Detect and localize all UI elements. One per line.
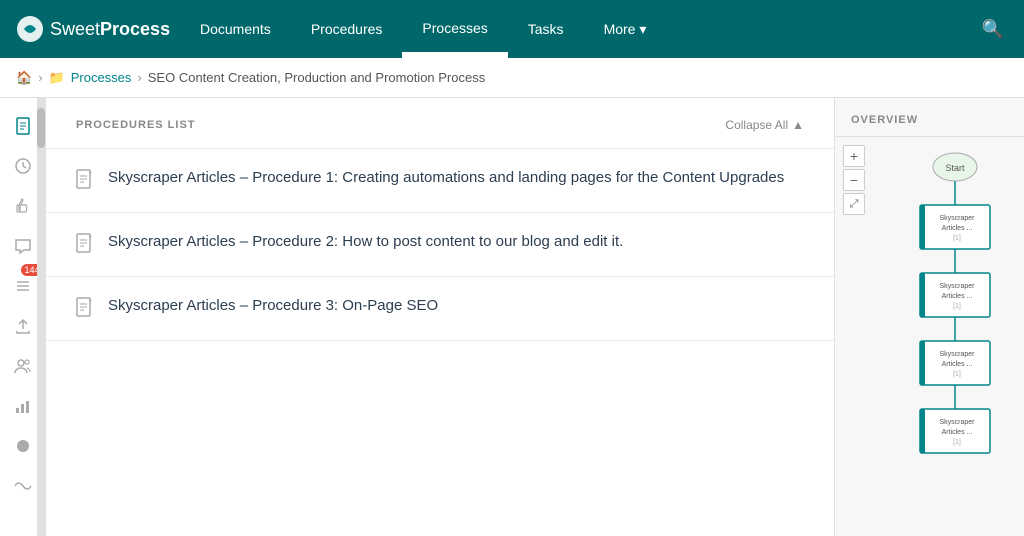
overview-header: OVERVIEW [835, 98, 1024, 137]
procedure-item-2[interactable]: Skyscraper Articles – Procedure 2: How t… [46, 213, 834, 277]
logo-icon [16, 15, 44, 43]
procedure-item-1[interactable]: Skyscraper Articles – Procedure 1: Creat… [46, 149, 834, 213]
svg-text:Articles ...: Articles ... [942, 293, 973, 300]
zoom-in-button[interactable]: + [843, 145, 865, 167]
svg-text:Start: Start [945, 163, 965, 173]
overview-map: + − ⤢ Start Skyscraper Articles ... [835, 137, 1024, 535]
svg-text:Articles ...: Articles ... [942, 429, 973, 436]
nav-more[interactable]: More ▾ [584, 0, 667, 58]
sidebar-chat-icon[interactable] [5, 228, 41, 264]
procedures-list-title: PROCEDURES LIST [76, 119, 196, 131]
map-controls: + − ⤢ [843, 145, 865, 215]
breadcrumb-sep-2: › [137, 70, 141, 85]
search-icon[interactable]: 🔍 [962, 19, 1024, 40]
expand-button[interactable]: ⤢ [843, 193, 865, 215]
procedure-text-3: Skyscraper Articles – Procedure 3: On-Pa… [108, 295, 438, 316]
svg-text:Skyscraper: Skyscraper [939, 419, 975, 426]
svg-text:[1]: [1] [953, 303, 961, 310]
chevron-up-icon: ▲ [792, 118, 804, 132]
svg-text:[1]: [1] [953, 439, 961, 446]
procedure-doc-icon-2 [76, 233, 94, 258]
procedures-panel: PROCEDURES LIST Collapse All ▲ Skyscrape… [46, 98, 834, 536]
procedure-item-3[interactable]: Skyscraper Articles – Procedure 3: On-Pa… [46, 277, 834, 341]
left-sidebar: 144 [0, 98, 46, 536]
sidebar-wave-icon[interactable] [5, 468, 41, 504]
logo[interactable]: SweetProcess [0, 15, 180, 43]
sidebar-users-icon[interactable] [5, 348, 41, 384]
nav-tasks[interactable]: Tasks [508, 0, 584, 58]
zoom-out-button[interactable]: − [843, 169, 865, 191]
breadcrumb-processes[interactable]: Processes [71, 70, 132, 85]
sidebar-scroll-thumb[interactable] [37, 108, 45, 148]
svg-text:Articles ...: Articles ... [942, 361, 973, 368]
logo-process: Process [100, 19, 170, 39]
top-navigation: SweetProcess Documents Procedures Proces… [0, 0, 1024, 58]
nav-links: Documents Procedures Processes Tasks Mor… [180, 0, 962, 58]
sidebar-thumb-icon[interactable] [5, 188, 41, 224]
overview-panel: OVERVIEW + − ⤢ Start [834, 98, 1024, 536]
svg-text:[1]: [1] [953, 371, 961, 378]
procedure-doc-icon-3 [76, 297, 94, 322]
sidebar-clock-icon[interactable] [5, 148, 41, 184]
procedure-text-1: Skyscraper Articles – Procedure 1: Creat… [108, 167, 784, 188]
nav-documents[interactable]: Documents [180, 0, 291, 58]
svg-text:Articles ...: Articles ... [942, 225, 973, 232]
sidebar-document-icon[interactable] [5, 108, 41, 144]
sidebar-circle-icon[interactable] [5, 428, 41, 464]
main-area: 144 PROCEDURES LIST Collapse All [0, 98, 1024, 536]
home-icon[interactable]: 🏠 [16, 70, 32, 86]
breadcrumb-current: SEO Content Creation, Production and Pro… [148, 70, 485, 85]
svg-text:Skyscraper: Skyscraper [939, 351, 975, 358]
nav-processes[interactable]: Processes [402, 0, 507, 58]
breadcrumb-sep-1: › [38, 70, 42, 85]
procedure-text-2: Skyscraper Articles – Procedure 2: How t… [108, 231, 623, 252]
sidebar-list-wrap: 144 [5, 268, 41, 308]
procedure-doc-icon-1 [76, 169, 94, 194]
svg-text:Skyscraper: Skyscraper [939, 215, 975, 222]
logo-sweet: Sweet [50, 19, 100, 39]
collapse-all-label: Collapse All [725, 118, 788, 132]
sidebar-chart-icon[interactable] [5, 388, 41, 424]
sidebar-scroll-track[interactable] [37, 98, 45, 536]
svg-text:[1]: [1] [953, 235, 961, 242]
content-area: PROCEDURES LIST Collapse All ▲ Skyscrape… [46, 98, 1024, 536]
svg-text:Skyscraper: Skyscraper [939, 283, 975, 290]
collapse-all-button[interactable]: Collapse All ▲ [725, 118, 804, 132]
breadcrumb: 🏠 › 📁 Processes › SEO Content Creation, … [0, 58, 1024, 98]
sidebar-upload-icon[interactable] [5, 308, 41, 344]
procedures-header: PROCEDURES LIST Collapse All ▲ [46, 98, 834, 149]
processes-breadcrumb-icon: 📁 [49, 70, 65, 86]
nav-procedures[interactable]: Procedures [291, 0, 403, 58]
